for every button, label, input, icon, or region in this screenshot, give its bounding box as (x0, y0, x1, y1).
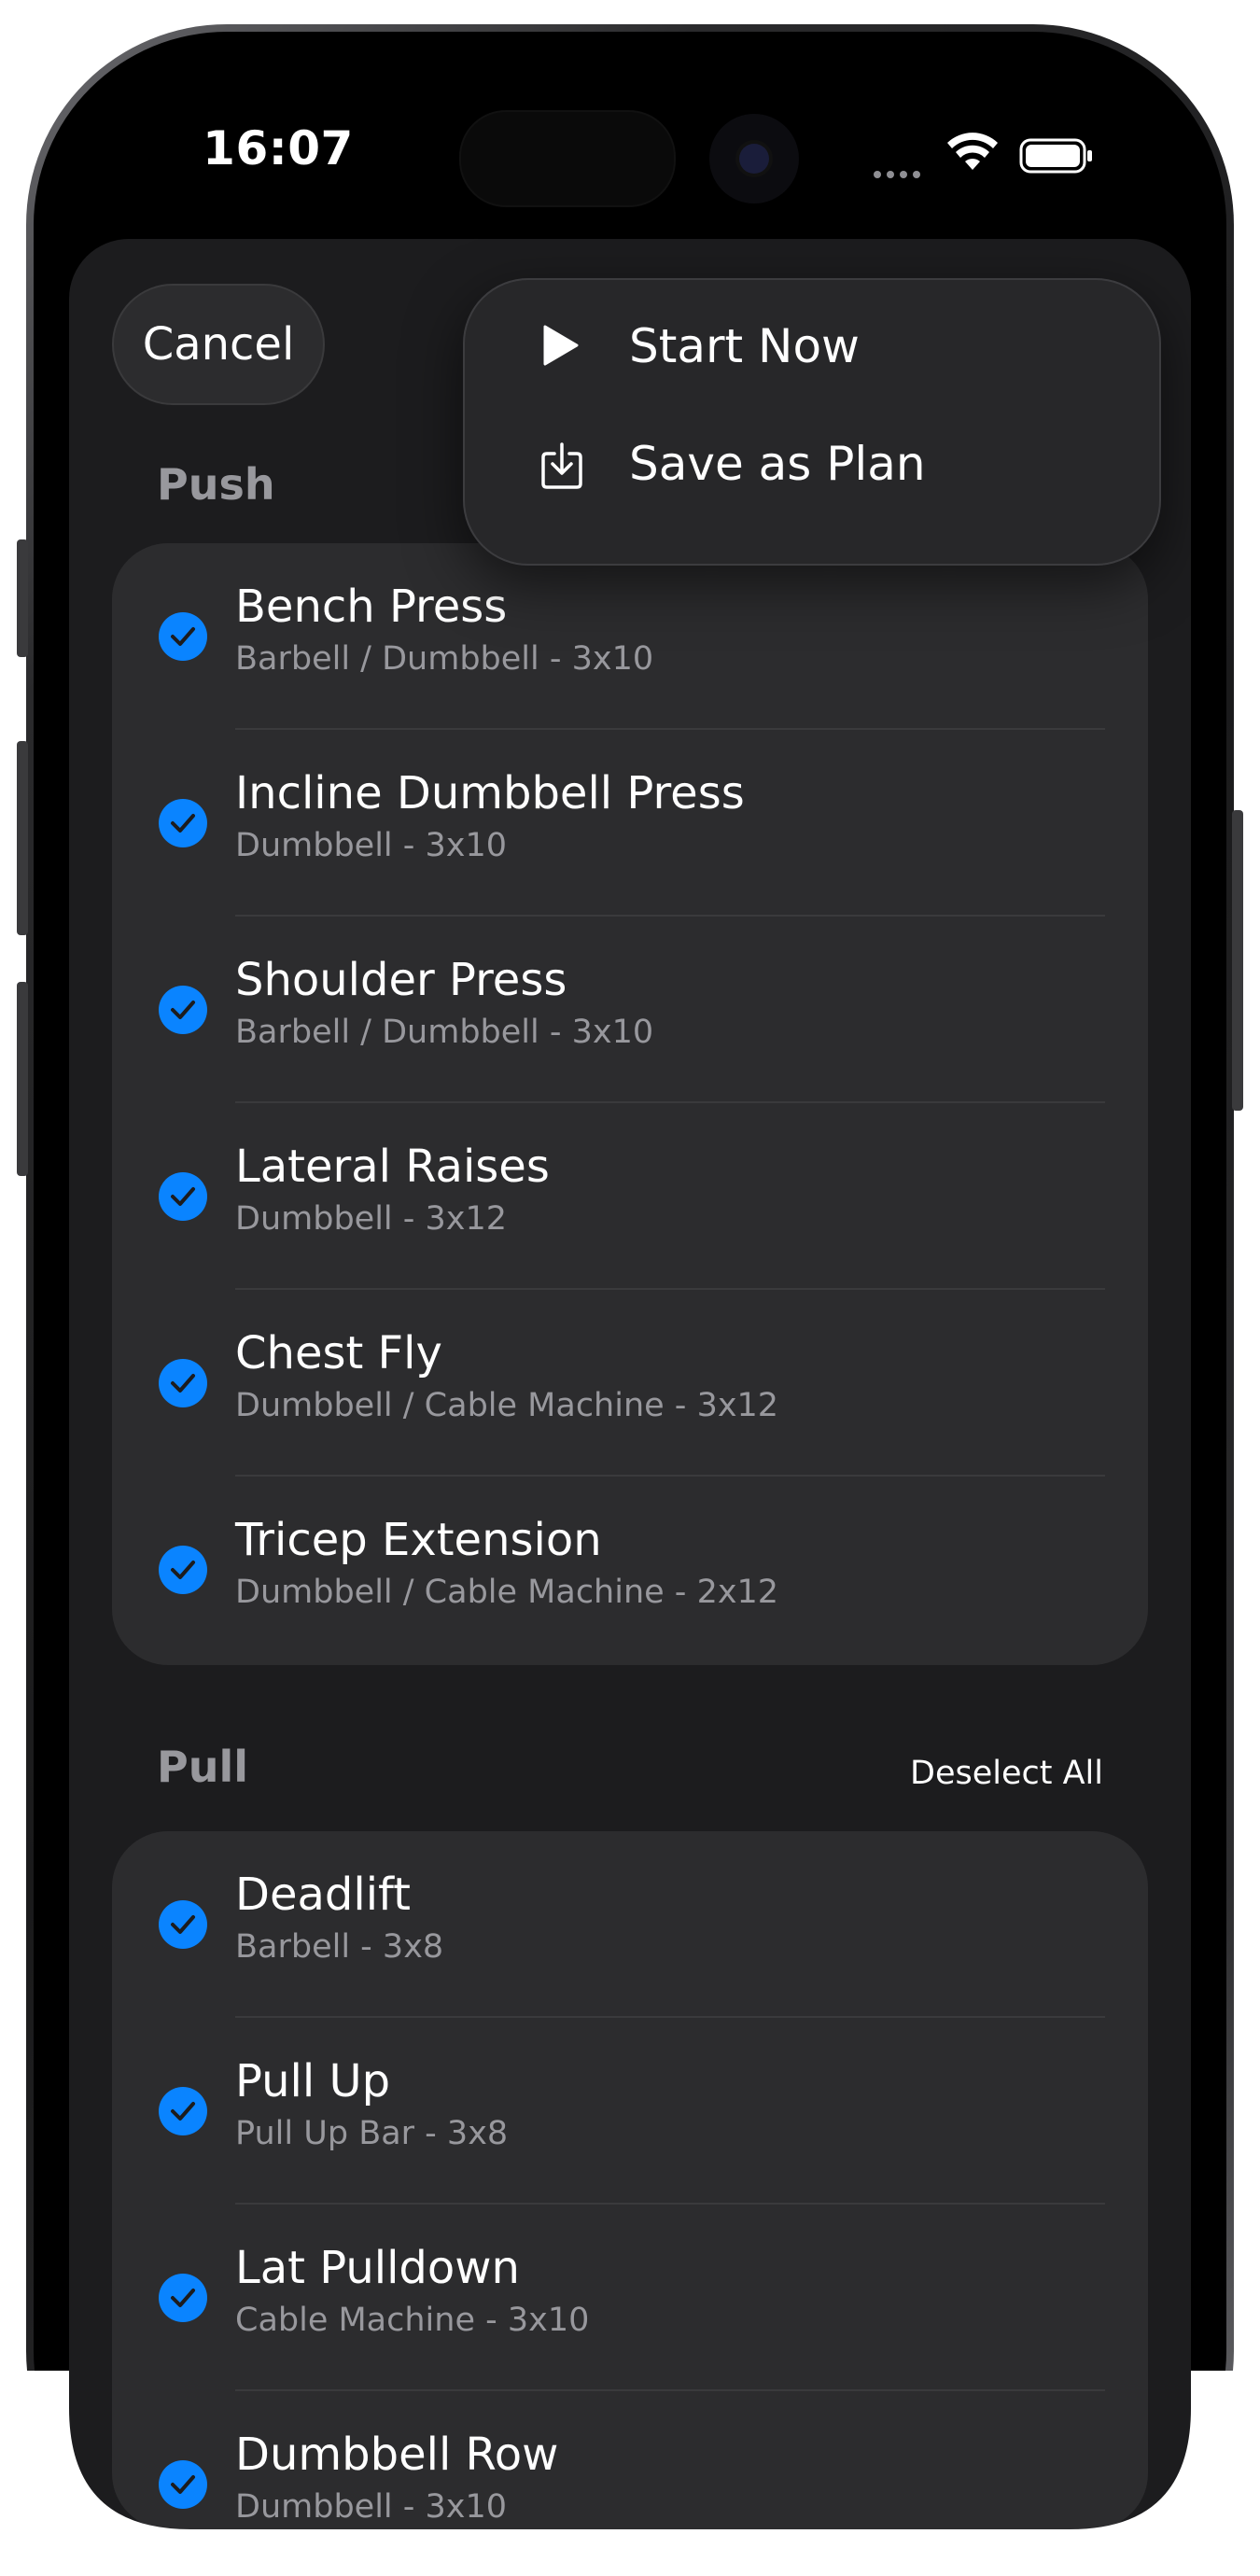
exercise-detail: Dumbbell - 3x12 (235, 1200, 508, 1238)
checkmark-circle-icon[interactable] (159, 799, 207, 847)
checkmark-circle-icon[interactable] (159, 2087, 207, 2135)
list-item[interactable]: Pull Up Pull Up Bar - 3x8 (112, 2018, 1148, 2205)
checkmark-circle-icon[interactable] (159, 986, 207, 1034)
checkmark-circle-icon[interactable] (159, 1172, 207, 1221)
list-item[interactable]: Lateral Raises Dumbbell - 3x12 (112, 1103, 1148, 1290)
play-icon (543, 325, 579, 366)
wifi-icon (947, 133, 998, 170)
action-button (17, 539, 28, 657)
save-tray-icon (541, 442, 582, 489)
volume-down-button (17, 982, 28, 1176)
list-item[interactable]: Lat Pulldown Cable Machine - 3x10 (112, 2205, 1148, 2391)
exercise-name: Pull Up (235, 2055, 391, 2107)
exercise-detail: Barbell / Dumbbell - 3x10 (235, 1014, 654, 1051)
exercise-name: Incline Dumbbell Press (235, 767, 745, 819)
exercise-name: Lateral Raises (235, 1141, 550, 1193)
list-item[interactable]: Incline Dumbbell Press Dumbbell - 3x10 (112, 730, 1148, 917)
start-now-menu-item[interactable]: Start Now (465, 287, 1159, 407)
start-now-label: Start Now (629, 319, 860, 373)
exercise-detail: Dumbbell / Cable Machine - 2x12 (235, 1574, 779, 1611)
exercise-detail: Dumbbell / Cable Machine - 3x12 (235, 1387, 779, 1424)
screen-corner-mask (0, 2371, 1260, 2576)
list-item[interactable]: Shoulder Press Barbell / Dumbbell - 3x10 (112, 917, 1148, 1103)
exercise-detail: Barbell - 3x8 (235, 1928, 444, 1966)
add-workout-menu: Start Now Save as Plan (463, 278, 1161, 566)
push-exercise-list: Bench Press Barbell / Dumbbell - 3x10 In… (112, 543, 1148, 1665)
volume-up-button (17, 741, 28, 935)
dynamic-island (459, 110, 676, 207)
exercise-detail: Cable Machine - 3x10 (235, 2302, 590, 2339)
exercise-name: Deadlift (235, 1869, 411, 1921)
list-item[interactable]: Tricep Extension Dumbbell / Cable Machin… (112, 1477, 1148, 1663)
status-time: 16:07 (203, 121, 354, 175)
checkmark-circle-icon[interactable] (159, 1359, 207, 1407)
exercise-name: Tricep Extension (235, 1514, 602, 1566)
save-as-plan-label: Save as Plan (629, 437, 926, 491)
exercise-name: Lat Pulldown (235, 2242, 520, 2294)
power-button (1232, 810, 1243, 1111)
list-item[interactable]: Bench Press Barbell / Dumbbell - 3x10 (112, 543, 1148, 730)
exercise-name: Bench Press (235, 581, 508, 633)
exercise-name: Chest Fly (235, 1327, 442, 1379)
deselect-all-button[interactable]: Deselect All (910, 1755, 1103, 1792)
section-title-push: Push (157, 459, 275, 510)
cancel-button[interactable]: Cancel (112, 284, 325, 405)
exercise-name: Shoulder Press (235, 954, 567, 1006)
save-as-plan-menu-item[interactable]: Save as Plan (465, 405, 1159, 525)
battery-icon (1019, 138, 1092, 174)
checkmark-circle-icon[interactable] (159, 612, 207, 661)
exercise-detail: Dumbbell - 3x10 (235, 827, 508, 864)
checkmark-circle-icon[interactable] (159, 1900, 207, 1949)
list-item[interactable]: Chest Fly Dumbbell / Cable Machine - 3x1… (112, 1290, 1148, 1477)
checkmark-circle-icon[interactable] (159, 1546, 207, 1594)
cellular-signal-icon (874, 164, 926, 182)
front-camera (709, 114, 799, 203)
checkmark-circle-icon[interactable] (159, 2274, 207, 2322)
exercise-detail: Pull Up Bar - 3x8 (235, 2115, 509, 2152)
exercise-detail: Barbell / Dumbbell - 3x10 (235, 640, 654, 678)
section-title-pull: Pull (157, 1742, 248, 1792)
list-item[interactable]: Deadlift Barbell - 3x8 (112, 1831, 1148, 2018)
